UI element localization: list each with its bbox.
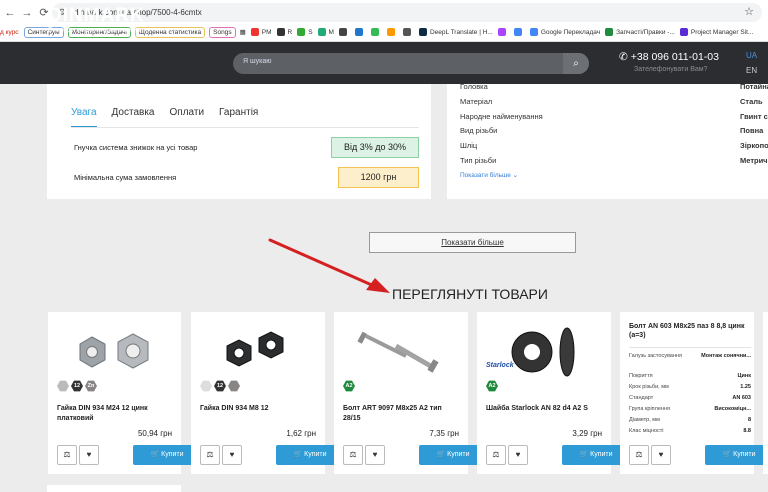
product-name[interactable]: Гайка DIN 934 M24 12 цинк платковий <box>57 404 172 424</box>
detail-row: Група кріплення Високоміцн... <box>629 406 751 412</box>
cart-icon: 🛒 <box>579 451 589 458</box>
material-icon <box>200 380 212 392</box>
product-price: 7,35 грн <box>429 429 459 438</box>
product-price: 1,62 грн <box>286 429 316 438</box>
section-title: ПЕРЕГЛЯНУТІ ТОВАРИ <box>392 286 548 302</box>
coating-icon <box>228 380 240 392</box>
product-card-partial[interactable] <box>763 312 768 474</box>
product-actions: ⚖ ♥ <box>343 445 387 465</box>
detail-row: Покриття Цинк <box>629 373 751 379</box>
material-icon <box>57 380 69 392</box>
product-card[interactable]: 12 Гайка DIN 934 M8 12 1,62 грн ⚖ ♥ 🛒 Ку… <box>191 312 344 474</box>
detail-row: Галузь застосування <box>629 353 682 359</box>
product-tags: 12 <box>200 380 242 392</box>
detail-row: Крок різьби, мм 1.25 <box>629 384 751 390</box>
compare-icon[interactable]: ⚖ <box>200 445 220 465</box>
detail-row: Діаметр, мм 8 <box>629 417 751 423</box>
compare-icon[interactable]: ⚖ <box>629 445 649 465</box>
strength-class-icon: 12 <box>214 380 226 392</box>
product-image[interactable] <box>191 318 325 386</box>
product-card[interactable]: 12 Zn Гайка DIN 934 M24 12 цинк платкови… <box>48 312 201 474</box>
cart-icon: 🛒 <box>150 451 160 458</box>
product-actions: ⚖ ♥ <box>57 445 101 465</box>
product-name[interactable]: Болт AN 603 M8x25 паз 8 8,8 цинк (а=3) <box>629 322 756 340</box>
detail-row: Клас міцності 8.8 <box>629 428 751 434</box>
product-name[interactable]: Гайка DIN 934 M8 12 <box>200 404 315 414</box>
product-detail-card[interactable]: Болт AN 603 M8x25 паз 8 8,8 цинк (а=3) Г… <box>620 312 768 474</box>
product-name[interactable]: Шайба Starlock AN 82 d4 A2 S <box>486 404 601 414</box>
divider <box>629 347 751 348</box>
coating-icon: Zn <box>85 380 97 392</box>
product-actions: ⚖ ♥ <box>629 445 673 465</box>
product-tags: 12 Zn <box>57 380 99 392</box>
cart-icon: 🛒 <box>293 451 303 458</box>
compare-icon[interactable]: ⚖ <box>343 445 363 465</box>
detail-row: Стандарт AN 603 <box>629 395 751 401</box>
heart-icon[interactable]: ♥ <box>651 445 671 465</box>
brand-logo: Starlock <box>486 362 514 369</box>
material-icon: A2 <box>343 380 355 392</box>
product-card-partial[interactable] <box>47 485 181 492</box>
compare-icon[interactable]: ⚖ <box>486 445 506 465</box>
heart-icon[interactable]: ♥ <box>222 445 242 465</box>
product-card[interactable]: Starlock A2 Шайба Starlock AN 82 d4 A2 S… <box>477 312 630 474</box>
product-image[interactable] <box>477 318 611 386</box>
product-price: 50,94 грн <box>137 429 172 438</box>
buy-button[interactable]: 🛒 Купити <box>705 445 768 465</box>
heart-icon[interactable]: ♥ <box>508 445 528 465</box>
strength-class-icon: 12 <box>71 380 83 392</box>
product-image[interactable] <box>334 318 468 386</box>
cart-icon: 🛒 <box>722 451 732 458</box>
product-name[interactable]: Болт ART 9097 M8x25 A2 тип 28/15 <box>343 404 458 424</box>
product-tags: A2 <box>343 380 357 392</box>
cart-icon: 🛒 <box>436 451 446 458</box>
material-icon: A2 <box>486 380 498 392</box>
product-price: 3,29 грн <box>572 429 602 438</box>
product-image[interactable] <box>48 318 181 386</box>
product-actions: ⚖ ♥ <box>486 445 530 465</box>
product-actions: ⚖ ♥ <box>200 445 244 465</box>
product-card[interactable]: A2 Болт ART 9097 M8x25 A2 тип 28/15 7,35… <box>334 312 487 474</box>
compare-icon[interactable]: ⚖ <box>57 445 77 465</box>
product-tags: A2 <box>486 380 500 392</box>
heart-icon[interactable]: ♥ <box>365 445 385 465</box>
heart-icon[interactable]: ♥ <box>79 445 99 465</box>
